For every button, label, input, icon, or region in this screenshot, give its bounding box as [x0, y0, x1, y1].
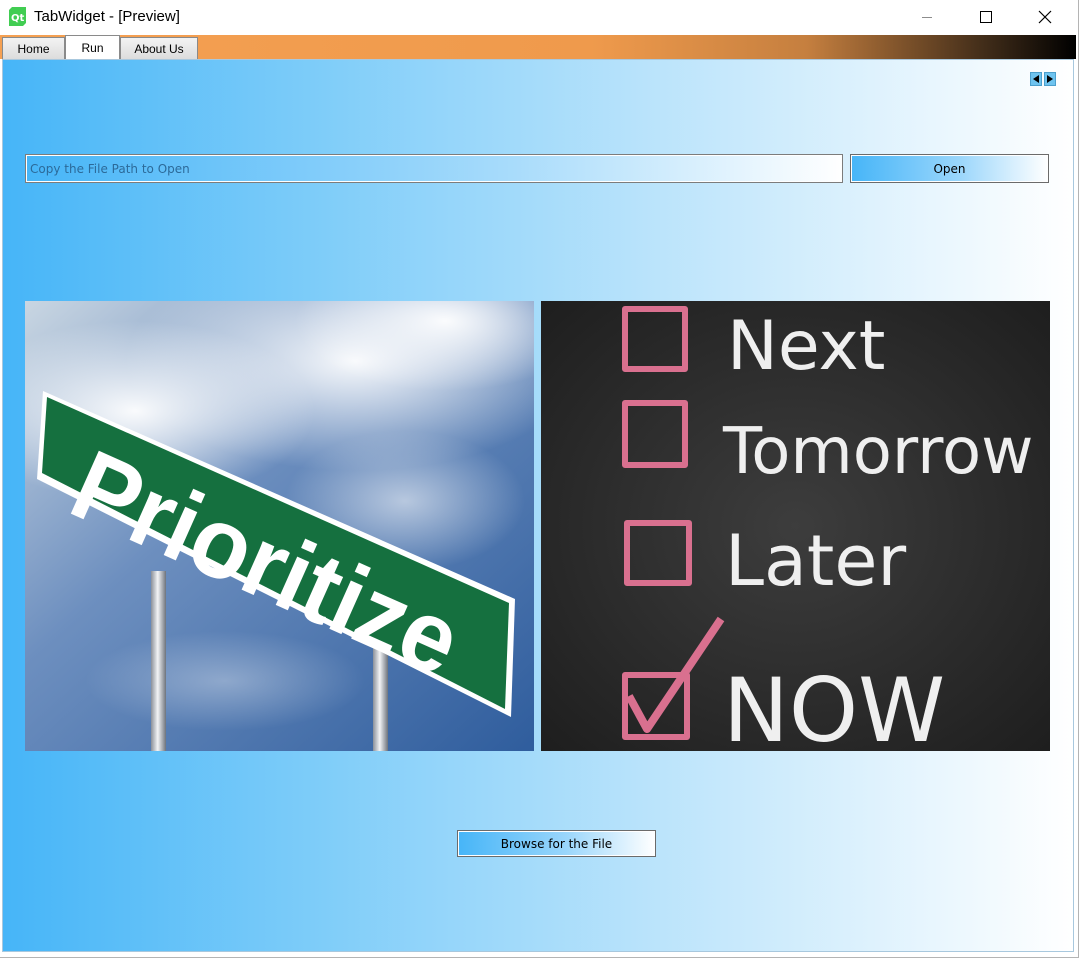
arrow-left-icon — [1033, 75, 1039, 83]
tab-label: Home — [17, 41, 50, 56]
tab-label: Run — [81, 40, 104, 55]
tab-bar: Home Run About Us — [0, 35, 1076, 59]
close-icon — [1038, 10, 1052, 24]
prioritize-sign-image: Prioritize — [25, 301, 534, 751]
tab-scroll-right-button[interactable] — [1044, 72, 1056, 86]
qt-logo-icon: Qt — [9, 7, 26, 26]
minimize-icon — [922, 17, 932, 18]
svg-text:Qt: Qt — [11, 13, 25, 24]
maximize-icon — [980, 11, 992, 23]
minimize-button[interactable] — [898, 0, 956, 34]
checklist-item-next: Next — [727, 307, 885, 386]
arrow-right-icon — [1047, 75, 1053, 83]
tab-home[interactable]: Home — [2, 37, 65, 59]
chalkboard-checklist-image: Next Tomorrow Later NOW — [541, 301, 1050, 751]
checklist-item-now: NOW — [723, 659, 945, 751]
maximize-button[interactable] — [957, 0, 1015, 34]
tab-about-us[interactable]: About Us — [120, 37, 198, 59]
close-button[interactable] — [1016, 0, 1074, 34]
open-button-label: Open — [933, 161, 966, 176]
app-window: Qt TabWidget - [Preview] Home Run About … — [0, 0, 1079, 958]
title-bar[interactable]: Qt TabWidget - [Preview] — [0, 0, 1078, 34]
tab-scroll-left-button[interactable] — [1030, 72, 1042, 86]
tab-run[interactable]: Run — [65, 35, 120, 59]
window-title: TabWidget - [Preview] — [34, 8, 180, 25]
tab-label: About Us — [134, 41, 184, 56]
checklist-item-later: Later — [725, 520, 906, 602]
run-tab-content: Open — [2, 59, 1074, 952]
browse-file-button[interactable]: Browse for the File — [457, 830, 656, 857]
browse-button-label: Browse for the File — [500, 836, 613, 851]
open-button[interactable]: Open — [850, 154, 1049, 183]
file-path-input[interactable] — [25, 154, 843, 183]
checklist-item-tomorrow: Tomorrow — [722, 415, 1033, 489]
